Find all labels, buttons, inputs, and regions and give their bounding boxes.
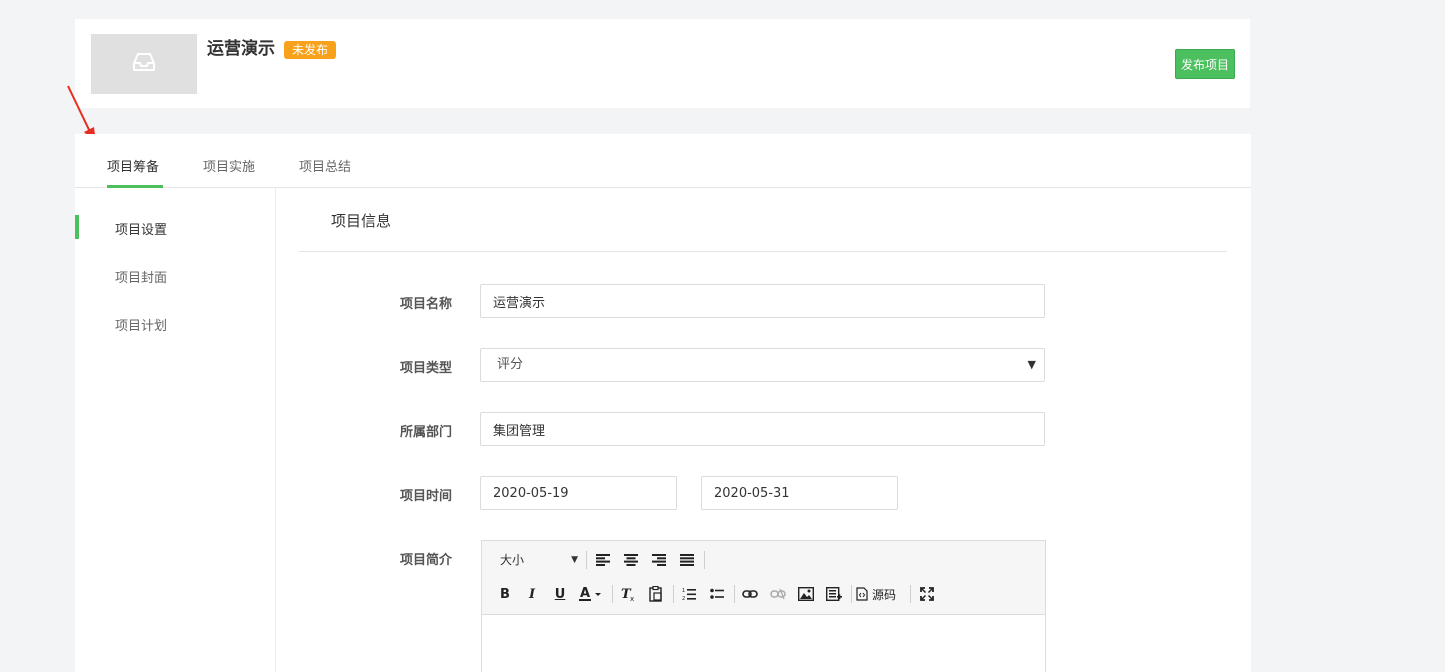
department-input[interactable] <box>480 412 1045 446</box>
project-name-label: 项目名称 <box>400 297 453 312</box>
toolbar-separator <box>910 585 911 603</box>
tab-project-implementation[interactable]: 项目实施 <box>203 156 255 175</box>
project-type-label: 项目类型 <box>400 361 453 376</box>
align-center-icon[interactable] <box>620 549 642 571</box>
project-cover-thumbnail[interactable] <box>91 34 197 94</box>
content-area: 项目信息 项目名称 项目类型 评分 ▼ 所属部门 项目时间 项目简介 大小 ▼ <box>299 188 1227 672</box>
toolbar-separator <box>586 551 587 569</box>
bold-icon[interactable]: B <box>494 583 516 605</box>
sidebar-item-project-plan[interactable]: 项目计划 <box>115 315 167 334</box>
unlink-icon[interactable] <box>767 583 789 605</box>
project-name-input[interactable] <box>480 284 1045 318</box>
svg-text:2: 2 <box>682 596 685 601</box>
italic-icon[interactable]: I <box>521 583 543 605</box>
source-code-button[interactable]: 源码 <box>856 583 908 605</box>
tab-project-summary[interactable]: 项目总结 <box>299 156 351 175</box>
start-date-input[interactable] <box>480 476 677 510</box>
sidebar-active-indicator <box>75 215 79 239</box>
sidebar-item-project-cover[interactable]: 项目封面 <box>115 267 167 286</box>
main-card: 项目筹备 项目实施 项目总结 项目设置 项目封面 项目计划 项目信息 项目名称 … <box>75 134 1251 672</box>
caret-down-icon: ▼ <box>1027 358 1036 371</box>
project-type-select[interactable]: 评分 ▼ <box>480 348 1045 382</box>
fullscreen-icon[interactable] <box>916 583 938 605</box>
editor-body[interactable] <box>482 616 1045 672</box>
paste-icon[interactable] <box>645 583 667 605</box>
section-title: 项目信息 <box>331 212 392 230</box>
svg-text:A: A <box>580 586 590 601</box>
project-intro-label: 项目简介 <box>400 553 453 568</box>
project-type-value: 评分 <box>497 357 524 372</box>
inbox-icon <box>131 51 157 77</box>
media-icon[interactable] <box>823 583 845 605</box>
project-header-card: 运营演示 未发布 发布项目 <box>75 19 1250 108</box>
editor-toolbar: 大小 ▼ B I U A T x 1 2 源码 <box>482 541 1045 615</box>
rich-text-editor: 大小 ▼ B I U A T x 1 2 源码 <box>481 540 1046 672</box>
caret-down-icon: ▼ <box>571 555 578 565</box>
font-size-label: 大小 <box>500 553 525 567</box>
source-code-label: 源码 <box>872 587 897 602</box>
project-title: 运营演示 <box>207 39 275 59</box>
department-label: 所属部门 <box>400 425 453 440</box>
align-right-icon[interactable] <box>648 549 670 571</box>
project-time-label: 项目时间 <box>400 489 453 504</box>
sidebar: 项目设置 项目封面 项目计划 <box>75 188 276 672</box>
align-left-icon[interactable] <box>592 549 614 571</box>
sidebar-item-project-settings[interactable]: 项目设置 <box>115 219 167 238</box>
tab-project-preparation[interactable]: 项目筹备 <box>107 156 159 175</box>
toolbar-separator <box>612 585 613 603</box>
underline-icon[interactable]: U <box>549 583 571 605</box>
font-color-icon[interactable]: A <box>578 583 606 605</box>
source-code-icon <box>856 587 868 601</box>
section-divider <box>299 251 1227 252</box>
unordered-list-icon[interactable] <box>706 583 728 605</box>
status-badge: 未发布 <box>284 41 337 59</box>
toolbar-separator <box>704 551 705 569</box>
toolbar-separator <box>734 585 735 603</box>
align-justify-icon[interactable] <box>676 549 698 571</box>
publish-project-button[interactable]: 发布项目 <box>1175 49 1235 79</box>
link-icon[interactable] <box>739 583 761 605</box>
svg-text:1: 1 <box>682 588 685 594</box>
tab-bar: 项目筹备 项目实施 项目总结 <box>75 134 1251 188</box>
toolbar-separator <box>673 585 674 603</box>
end-date-input[interactable] <box>701 476 898 510</box>
font-size-select[interactable]: 大小 ▼ <box>492 549 580 571</box>
clear-format-icon[interactable]: Tx <box>617 583 639 605</box>
svg-text:x: x <box>630 595 634 602</box>
ordered-list-icon[interactable]: 12 <box>678 583 700 605</box>
toolbar-separator <box>851 585 852 603</box>
image-icon[interactable] <box>795 583 817 605</box>
